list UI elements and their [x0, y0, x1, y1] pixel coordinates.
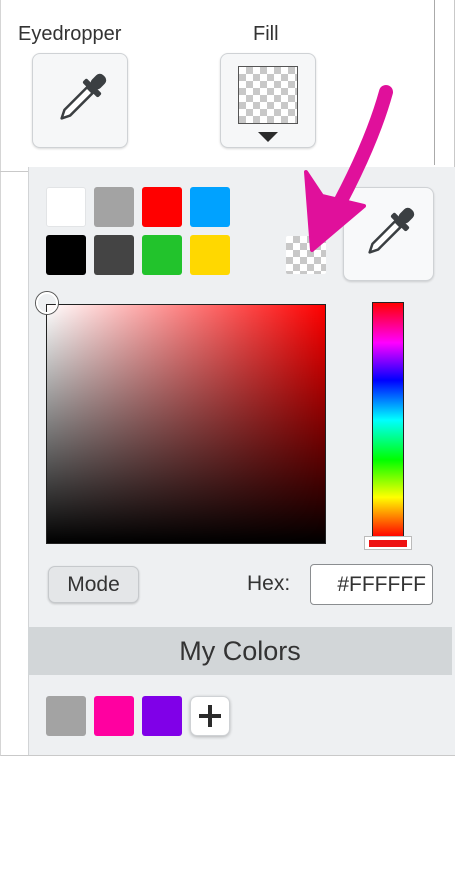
swatch-black[interactable]	[46, 235, 86, 275]
eyedropper-icon	[60, 73, 107, 120]
hue-slider[interactable]	[372, 302, 404, 538]
plus-icon	[199, 705, 221, 727]
eyedropper-tool-label: Eyedropper	[18, 23, 122, 45]
eyedropper-icon	[368, 207, 415, 254]
swatch-dark-gray[interactable]	[94, 235, 134, 275]
add-color-button[interactable]	[190, 696, 230, 736]
hex-label: Hex:	[247, 572, 291, 595]
my-color-swatch-purple[interactable]	[142, 696, 182, 736]
swatch-gray[interactable]	[94, 187, 134, 227]
panel-eyedropper-button[interactable]	[343, 187, 434, 281]
my-color-swatch-magenta[interactable]	[94, 696, 134, 736]
mode-button[interactable]: Mode	[48, 566, 139, 603]
fill-tool-button[interactable]	[220, 53, 316, 148]
swatch-yellow[interactable]	[190, 235, 230, 275]
swatch-red[interactable]	[142, 187, 182, 227]
divider	[434, 0, 435, 165]
caret-down-icon	[258, 132, 278, 142]
my-colors-header: My Colors	[28, 627, 452, 675]
fill-preview-transparent	[238, 66, 298, 124]
swatch-white[interactable]	[46, 187, 86, 227]
eyedropper-tool-button[interactable]	[32, 53, 128, 148]
fill-tool-label: Fill	[253, 23, 279, 45]
hex-input[interactable]	[310, 564, 433, 605]
divider	[0, 171, 28, 172]
saturation-value-square[interactable]	[46, 304, 326, 544]
hue-slider-handle[interactable]	[364, 536, 412, 550]
swatch-green[interactable]	[142, 235, 182, 275]
saturation-value-handle[interactable]	[36, 292, 58, 314]
swatch-blue[interactable]	[190, 187, 230, 227]
my-color-swatch-gray[interactable]	[46, 696, 86, 736]
transparent-swatch[interactable]	[286, 236, 326, 274]
